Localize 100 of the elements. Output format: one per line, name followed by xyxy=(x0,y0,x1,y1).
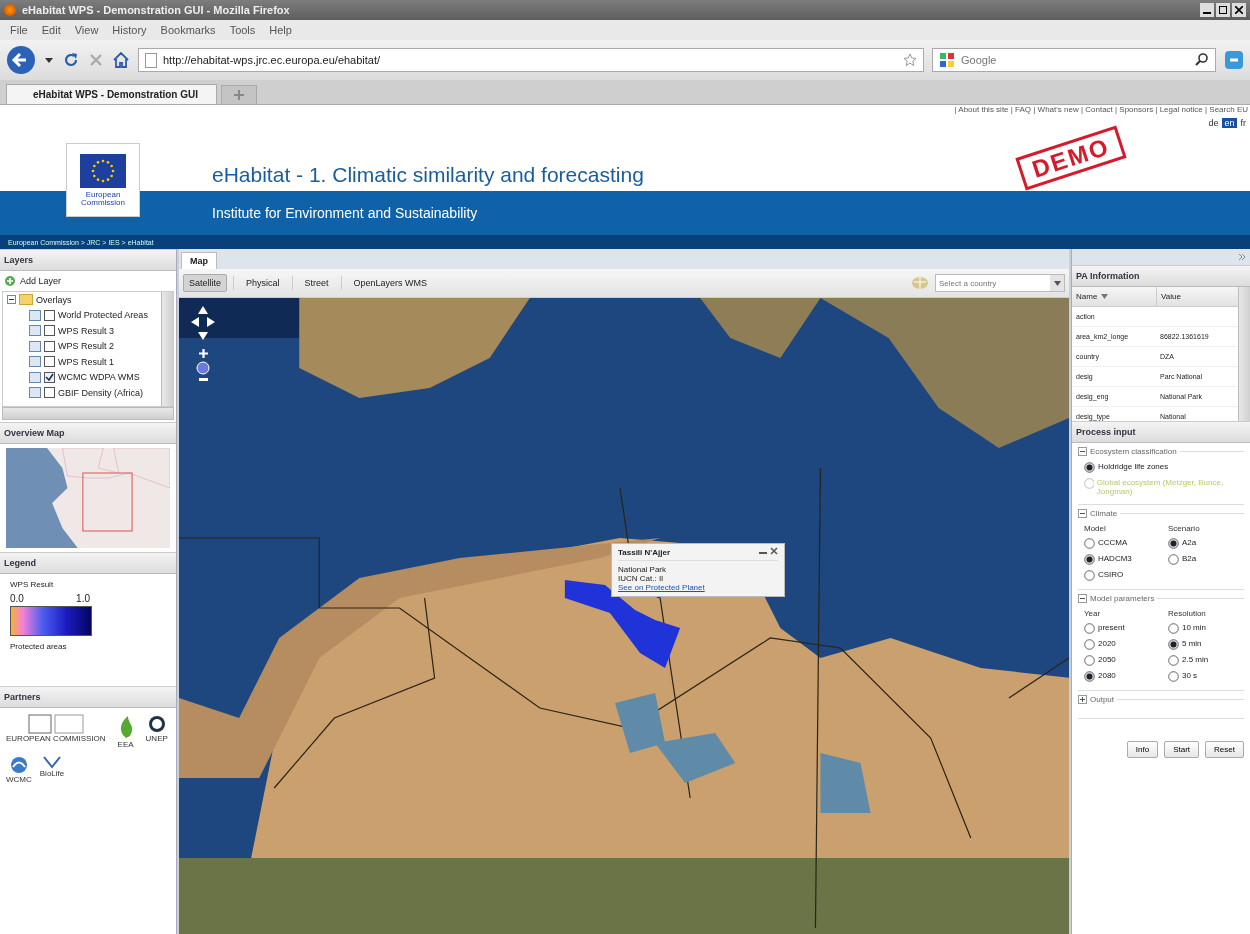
radio-option[interactable]: 2080 xyxy=(1084,671,1160,682)
close-icon[interactable] xyxy=(770,547,778,557)
fieldset-legend: Model parameters xyxy=(1090,594,1155,603)
base-layer-button[interactable]: OpenLayers WMS xyxy=(347,274,434,292)
zoom-out-icon[interactable] xyxy=(198,378,208,381)
add-layer-button[interactable]: Add Layer xyxy=(4,275,62,287)
radio-option[interactable]: HADCM3 xyxy=(1084,554,1160,565)
partner-logo[interactable]: UNEP xyxy=(145,714,168,749)
layer-checkbox[interactable] xyxy=(44,387,55,399)
search-icon[interactable] xyxy=(1195,52,1209,68)
action-button[interactable]: Start xyxy=(1164,741,1200,758)
base-layer-button[interactable]: Street xyxy=(298,274,335,292)
vertical-scrollbar[interactable] xyxy=(1238,287,1250,421)
tree-item[interactable]: World Protected Areas xyxy=(58,310,148,321)
legend-layer-name: WPS Result xyxy=(10,580,55,589)
vertical-scrollbar[interactable] xyxy=(161,292,173,406)
tree-item[interactable]: Overlays xyxy=(36,294,72,305)
layer-checkbox[interactable] xyxy=(44,309,55,321)
action-button[interactable]: Info xyxy=(1126,741,1159,758)
radio-option[interactable]: A2a xyxy=(1168,538,1244,549)
browser-logo-icon xyxy=(4,4,16,16)
base-layer-button[interactable]: Physical xyxy=(240,274,286,292)
tree-item[interactable]: WCMC WDPA WMS xyxy=(58,372,140,383)
partner-logo[interactable]: BioLife xyxy=(39,755,65,784)
menu-item[interactable]: View xyxy=(74,24,99,36)
back-button[interactable] xyxy=(6,45,36,75)
partner-logo[interactable]: EUROPEAN COMMISSION xyxy=(6,714,106,749)
menu-item[interactable]: Help xyxy=(269,24,292,36)
fieldset-legend: Ecosystem classification xyxy=(1090,447,1177,456)
layer-checkbox[interactable] xyxy=(44,325,55,337)
zoom-in-icon[interactable] xyxy=(198,349,208,358)
radio-option[interactable]: 30 s xyxy=(1168,671,1244,682)
bookmark-star-icon[interactable] xyxy=(903,53,917,67)
minimize-icon[interactable] xyxy=(1200,3,1214,17)
address-field[interactable]: http://ehabitat-wps.jrc.ec.europa.eu/ehabitat/ xyxy=(138,48,924,72)
base-layer-button[interactable]: Satellite xyxy=(183,274,228,292)
collapse-icon[interactable] xyxy=(1078,447,1087,456)
pan-down-icon[interactable] xyxy=(198,332,208,340)
protected-planet-link[interactable]: See on Protected Planet xyxy=(618,583,705,592)
map-tab[interactable]: Map xyxy=(181,252,217,269)
radio-option[interactable]: present xyxy=(1084,623,1160,634)
menu-item[interactable]: Edit xyxy=(41,24,61,36)
pan-up-icon[interactable] xyxy=(198,306,208,314)
partner-logo[interactable]: EEA xyxy=(113,714,138,749)
browser-tab[interactable]: eHabitat WPS - Demonstration GUI xyxy=(6,84,217,104)
horizontal-scrollbar[interactable] xyxy=(2,407,174,420)
partner-logo[interactable]: WCMC xyxy=(6,755,32,784)
tree-item[interactable]: GBIF Density (Africa) xyxy=(58,387,143,398)
addon-icon[interactable] xyxy=(1224,50,1244,70)
column-header[interactable]: Name xyxy=(1072,287,1157,306)
radio-option[interactable]: 2020 xyxy=(1084,639,1160,650)
tree-item[interactable]: WPS Result 3 xyxy=(58,325,115,336)
collapse-panel-icon[interactable] xyxy=(1238,251,1246,263)
pan-right-icon[interactable] xyxy=(207,317,215,329)
language-link[interactable]: en xyxy=(1222,118,1237,128)
search-box[interactable]: Google xyxy=(932,48,1216,72)
top-links[interactable]: | About this site | FAQ | What's new | Contact | Sponsors | Legal notice | Search EU xyxy=(954,105,1248,114)
radio-option[interactable]: 2050 xyxy=(1084,655,1160,666)
collapse-icon[interactable] xyxy=(1078,509,1087,518)
home-icon[interactable] xyxy=(112,51,130,69)
radio-option[interactable]: 2.5 min xyxy=(1168,655,1244,666)
menu-item[interactable]: Tools xyxy=(229,24,256,36)
group-label: Resolution xyxy=(1168,609,1207,618)
tree-item[interactable]: WPS Result 1 xyxy=(58,356,115,367)
radio-option[interactable]: Holdridge life zones xyxy=(1084,462,1244,473)
tree-item[interactable]: WPS Result 2 xyxy=(58,341,115,352)
panel-header: Overview Map xyxy=(0,422,176,444)
satellite-map-drawing[interactable] xyxy=(179,298,1069,934)
collapse-icon[interactable] xyxy=(7,295,16,305)
country-combo-box[interactable]: Select a country xyxy=(935,274,1065,292)
language-link[interactable]: fr xyxy=(1238,118,1248,128)
layer-checkbox[interactable] xyxy=(44,340,55,352)
language-link[interactable]: de xyxy=(1206,118,1221,128)
menu-item[interactable]: History xyxy=(112,24,147,36)
overview-map-drawing[interactable] xyxy=(6,448,170,548)
close-icon[interactable] xyxy=(1232,3,1246,17)
column-header[interactable]: Value xyxy=(1157,287,1238,306)
menu-item[interactable]: File xyxy=(10,24,28,36)
layer-checkbox[interactable] xyxy=(44,371,55,383)
zoom-level-icon[interactable] xyxy=(196,361,210,375)
expand-icon[interactable] xyxy=(1078,695,1087,704)
maximize-icon[interactable] xyxy=(1216,3,1230,17)
search-engine-icon xyxy=(939,52,955,68)
dropdown-caret-icon[interactable] xyxy=(44,55,54,65)
menu-item[interactable]: Bookmarks xyxy=(160,24,216,36)
dropdown-button[interactable] xyxy=(1050,275,1064,291)
caret-icon xyxy=(1053,280,1061,286)
reload-icon[interactable] xyxy=(62,51,80,69)
radio-option[interactable]: B2a xyxy=(1168,554,1244,565)
pan-left-icon[interactable] xyxy=(191,317,199,329)
layer-icon xyxy=(29,340,41,352)
radio-option[interactable]: CCCMA xyxy=(1084,538,1160,549)
popup-text: National Park xyxy=(618,565,668,574)
layer-checkbox[interactable] xyxy=(44,356,55,368)
radio-option[interactable]: CSIRO xyxy=(1084,570,1160,581)
radio-option[interactable]: 10 min xyxy=(1168,623,1244,634)
collapse-icon[interactable] xyxy=(1078,594,1087,603)
panel-header: Legend xyxy=(0,552,176,574)
action-button[interactable]: Reset xyxy=(1205,741,1244,758)
radio-option[interactable]: 5 min xyxy=(1168,639,1244,650)
